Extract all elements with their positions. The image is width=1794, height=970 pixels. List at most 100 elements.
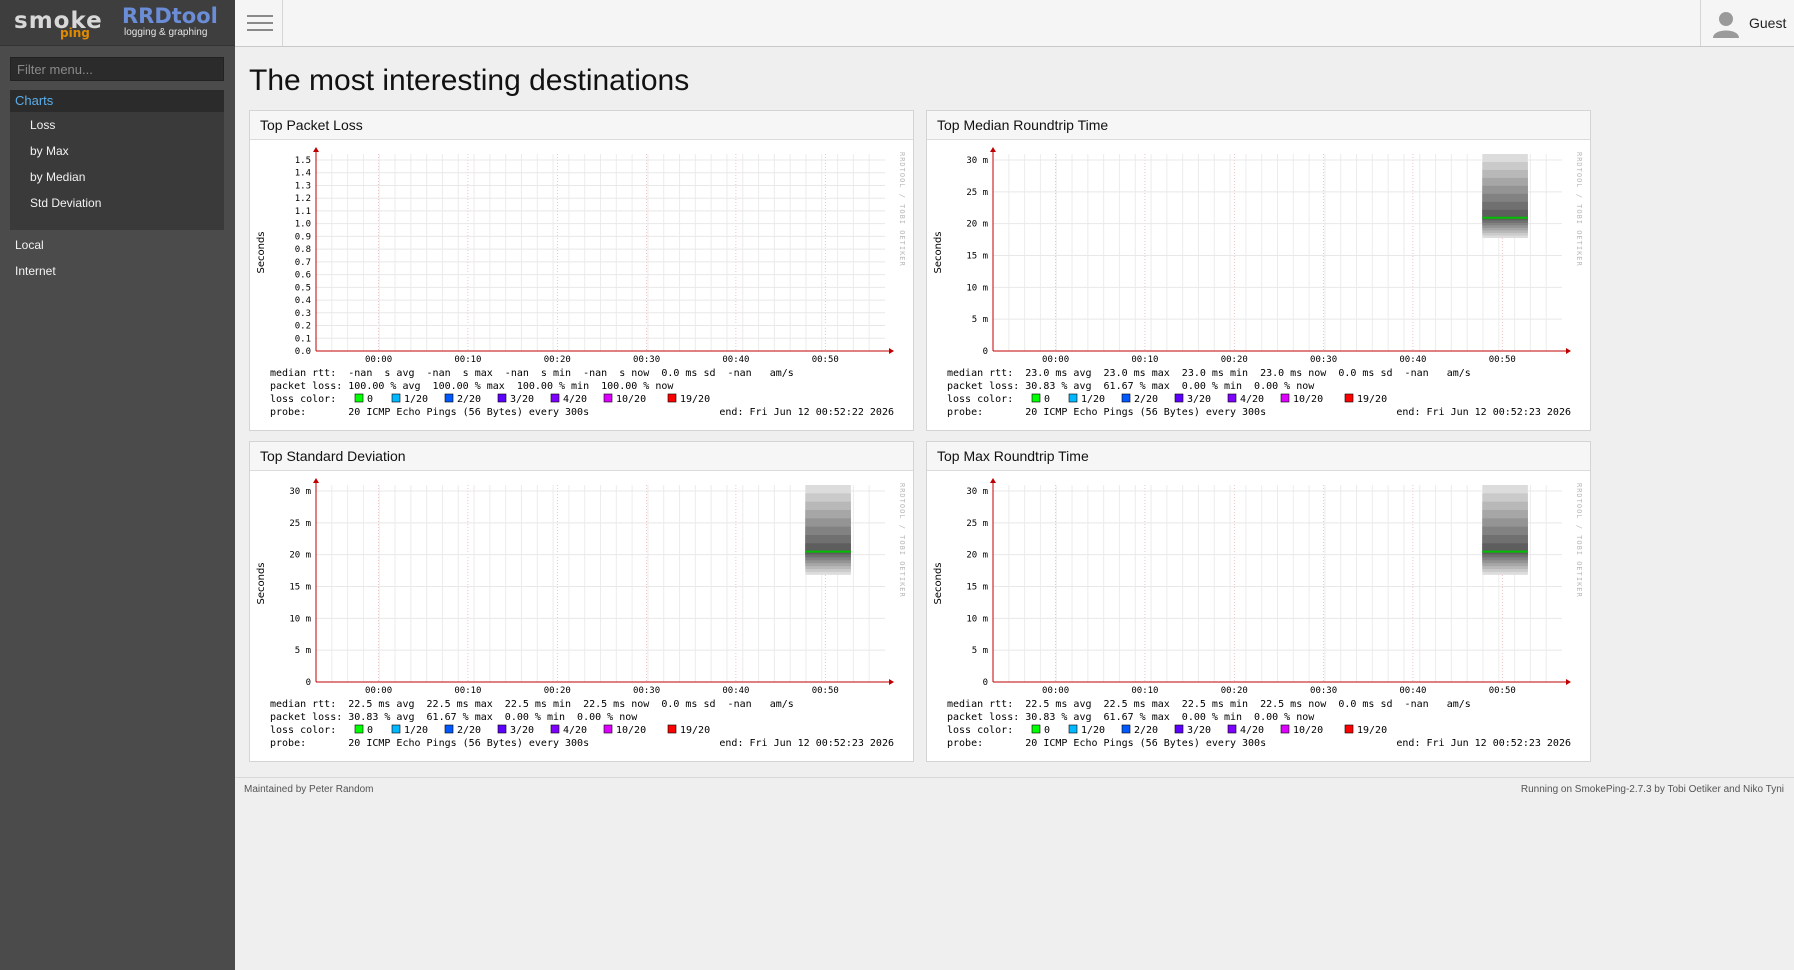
footer-maintainer: Maintained by Peter Random [244,784,374,795]
y-tick-label: 25 m [289,519,311,529]
loss-color-label: 4/20 [563,725,587,736]
loss-color-swatch [603,393,613,403]
y-tick-label: 0.3 [295,309,311,319]
y-tick-label: 30 m [966,487,988,497]
nav-item-internet[interactable]: Internet [15,264,56,278]
legend-end-time: end: Fri Jun 12 00:52:23 2026 [1396,407,1571,418]
loss-color-label: 19/20 [1357,725,1387,736]
nav-item-loss[interactable]: Loss [10,112,224,138]
user-menu[interactable]: Guest [1700,0,1794,46]
chart-panel-top-median-rtt: Top Median Roundtrip Time 00:00 00:10 00:2… [926,110,1591,431]
legend-probe: probe: 20 ICMP Echo Pings (56 Bytes) eve… [947,738,1266,749]
app-logo[interactable]: smoke ping RRDtool logging & graphing [0,0,235,46]
filter-menu-input[interactable] [10,57,224,81]
x-tick-label: 00:40 [1399,355,1426,365]
y-axis-arrow [990,478,996,483]
loss-color-label: 3/20 [1187,394,1211,405]
top-bar: Guest [235,0,1794,47]
x-tick-label: 00:20 [1221,686,1248,696]
loss-color-swatch [391,393,401,403]
legend-probe: probe: 20 ICMP Echo Pings (56 Bytes) eve… [947,407,1266,418]
loss-color-swatch [444,724,454,734]
loss-color-label: 19/20 [680,725,710,736]
y-tick-label: 20 m [966,551,988,561]
x-tick-label: 00:10 [1131,686,1158,696]
loss-color-swatch [497,724,507,734]
y-tick-label: 30 m [966,156,988,166]
loss-color-swatch [667,724,677,734]
x-tick-label: 00:50 [812,355,839,365]
loss-color-swatch [391,724,401,734]
y-tick-label: 0.8 [295,245,311,255]
smoke-band [805,543,851,555]
logo-tagline: logging & graphing [124,27,208,38]
nav-item-std-deviation[interactable]: Std Deviation [10,190,224,216]
loss-color-label: 1/20 [1081,394,1105,405]
loss-color-label: 2/20 [457,394,481,405]
legend-median-rtt: median rtt: 22.5 ms avg 22.5 ms max 22.5… [947,699,1471,710]
y-axis-arrow [313,147,319,152]
loss-color-label: 1/20 [404,394,428,405]
y-tick-label: 25 m [966,519,988,529]
x-tick-label: 00:40 [722,355,749,365]
x-tick-label: 00:10 [1131,355,1158,365]
y-tick-label: 15 m [966,583,988,593]
sidebar: smoke ping RRDtool logging & graphing Ch… [0,0,235,970]
y-tick-label: 0 [306,678,311,688]
footer-credits: Running on SmokePing-2.7.3 by Tobi Oetik… [1520,784,1784,795]
x-tick-label: 00:30 [633,355,660,365]
chart-watermark: RRDTOOL / TOBI OETIKER [1575,483,1583,598]
x-tick-label: 00:10 [454,686,481,696]
y-tick-label: 5 m [295,646,311,656]
y-axis-label: Seconds [933,231,944,273]
loss-color-label: 1/20 [404,725,428,736]
loss-color-label: 2/20 [457,725,481,736]
legend-loss-color-label: loss color: [270,725,336,736]
loss-color-label: 10/20 [616,394,646,405]
x-axis-arrow [1566,679,1571,685]
max-rtt-chart[interactable]: 00:00 00:10 00:20 00:30 00:40 00:50 30 m 25 m 20… [927,471,1590,761]
panel-title: Top Packet Loss [250,111,913,140]
y-tick-label: 1.3 [295,181,311,191]
y-tick-label: 0.7 [295,258,311,268]
y-tick-label: 0.2 [295,322,311,332]
loss-color-label: 4/20 [1240,725,1264,736]
x-tick-label: 00:50 [1489,686,1516,696]
loss-color-swatch [1031,724,1041,734]
loss-color-label: 1/20 [1081,725,1105,736]
loss-color-swatch [1280,724,1290,734]
y-tick-label: 1.4 [295,169,311,179]
nav-item-by-median[interactable]: by Median [10,164,224,190]
chart-panel-top-max-rtt: Top Max Roundtrip Time 00:00 00:10 00:20 00… [926,441,1591,762]
nav-item-by-max[interactable]: by Max [10,138,224,164]
loss-color-label: 3/20 [510,725,534,736]
legend-probe: probe: 20 ICMP Echo Pings (56 Bytes) eve… [270,407,589,418]
x-tick-label: 00:30 [1310,355,1337,365]
nav-item-charts[interactable]: Charts [10,90,224,112]
loss-color-swatch [354,724,364,734]
loss-color-swatch [354,393,364,403]
nav-item-local[interactable]: Local [15,238,44,252]
loss-color-swatch [497,393,507,403]
y-tick-label: 0.1 [295,334,311,344]
footer-divider [235,777,1794,778]
y-tick-label: 20 m [289,551,311,561]
x-tick-label: 00:30 [633,686,660,696]
std-deviation-chart[interactable]: 00:00 00:10 00:20 00:30 00:40 00:50 30 m 25 m 20… [250,471,913,761]
x-tick-label: 00:00 [1042,355,1069,365]
y-tick-label: 25 m [966,188,988,198]
panel-title: Top Standard Deviation [250,442,913,471]
loss-color-label: 0 [1044,725,1050,736]
loss-color-swatch [603,724,613,734]
y-axis-label: Seconds [256,231,267,273]
loss-color-label: 0 [367,725,373,736]
loss-color-swatch [667,393,677,403]
x-tick-label: 00:00 [1042,686,1069,696]
hamburger-icon[interactable] [235,0,283,46]
legend-loss-color-label: loss color: [947,725,1013,736]
loss-color-label: 2/20 [1134,725,1158,736]
packet-loss-chart[interactable]: 00:00 00:10 00:20 00:30 00:40 00:50 1.5 1.4 1.3 1… [250,140,913,430]
median-rtt-chart[interactable]: 00:00 00:10 00:20 00:30 00:40 00:50 30 m 25 m 20… [927,140,1590,430]
y-tick-label: 0 [983,678,988,688]
loss-color-swatch [550,393,560,403]
